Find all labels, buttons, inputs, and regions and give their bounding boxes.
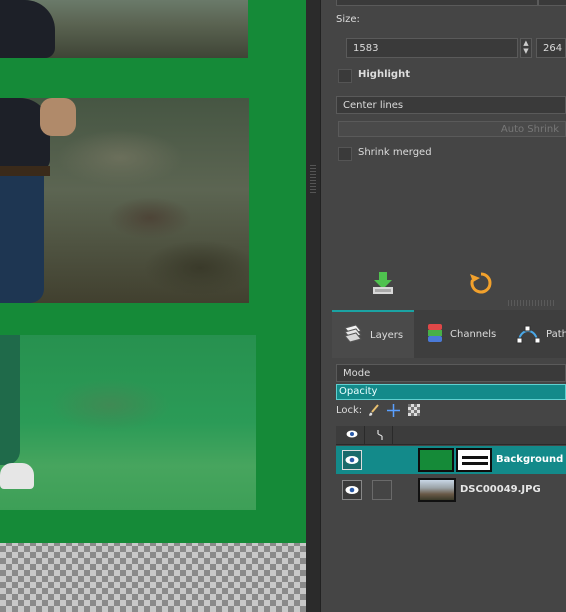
tab-layers[interactable]: Layers [332, 310, 414, 358]
photo-strip-middle [0, 98, 249, 303]
visibility-column-eye-icon[interactable] [346, 429, 358, 442]
size-width-spinner[interactable]: ▲ ▼ [520, 38, 532, 58]
layer-chain-toggle[interactable] [372, 480, 392, 500]
tab-label: Channels [450, 328, 497, 340]
layer-row-background[interactable]: Background [336, 446, 566, 474]
shrink-merged-label: Shrink merged [358, 147, 432, 158]
layer-mask-thumbnail [456, 448, 492, 472]
shrink-merged-checkbox[interactable] [338, 147, 352, 161]
layer-thumbnail [418, 448, 454, 472]
eye-icon [345, 456, 359, 464]
dock-tab-bar: Layers Channels Paths [332, 310, 566, 359]
photo-strip-bottom [0, 335, 256, 510]
size-height-input[interactable]: 264 [536, 38, 566, 58]
tab-label: Paths [546, 328, 566, 340]
layers-icon [342, 323, 364, 347]
size-width-input[interactable]: 1583 [346, 38, 518, 58]
person-belt [0, 166, 50, 176]
tab-label: Layers [370, 329, 404, 341]
layer-name: Background [496, 454, 564, 465]
opacity-slider[interactable]: Opacity [336, 384, 566, 400]
person-shirt [0, 0, 55, 58]
panel-resize-grip[interactable] [508, 300, 556, 306]
layer-visibility-toggle[interactable] [342, 480, 362, 500]
chain-link-column-icon[interactable] [376, 429, 384, 444]
person-legs [0, 335, 20, 465]
highlight-label: Highlight [358, 69, 410, 80]
lock-alpha-checker-icon[interactable] [408, 404, 420, 419]
photo-strip-top [0, 0, 248, 58]
person-shoe [0, 463, 34, 489]
person-jeans [0, 176, 44, 303]
layers-list-header [336, 426, 566, 445]
lock-label: Lock: [336, 405, 363, 416]
layer-thumbnail [418, 478, 456, 502]
previous-field-edge [336, 0, 538, 6]
size-label: Size: [336, 14, 360, 25]
layer-visibility-toggle[interactable] [342, 450, 362, 470]
tab-paths[interactable]: Paths [506, 310, 566, 358]
layer-name: DSC00049.JPG [460, 484, 541, 495]
tab-channels[interactable]: Channels [416, 310, 504, 358]
previous-field-edge [538, 0, 566, 6]
lock-position-move-icon[interactable] [387, 404, 400, 420]
save-download-icon[interactable] [370, 270, 396, 296]
highlight-checkbox[interactable] [338, 69, 352, 83]
paths-icon [516, 322, 541, 347]
lock-paint-brush-icon[interactable] [368, 404, 380, 419]
dock-separator[interactable] [306, 0, 320, 612]
layer-row-dsc00049[interactable]: DSC00049.JPG [336, 476, 566, 504]
person-arm [40, 98, 76, 136]
eye-icon [345, 486, 359, 494]
reset-icon[interactable] [468, 270, 494, 296]
dock-separator-grip[interactable] [310, 165, 316, 195]
image-canvas[interactable] [0, 0, 306, 612]
guides-dropdown[interactable]: Center lines [336, 96, 566, 114]
channels-icon [426, 322, 444, 347]
auto-shrink-button[interactable]: Auto Shrink [338, 121, 566, 137]
layer-mode-dropdown[interactable]: Mode [336, 364, 566, 382]
